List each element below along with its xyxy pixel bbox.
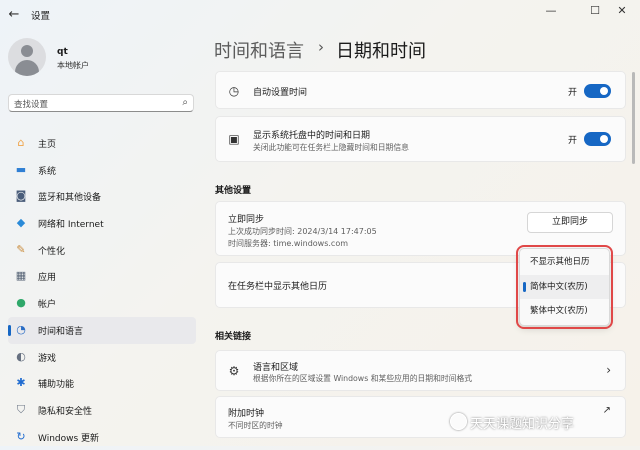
- additional-clocks-title: 附加时钟: [228, 409, 265, 419]
- calendar-dropdown[interactable]: 不显示其他日历 简体中文(农历) 繁体中文(农历): [516, 245, 613, 329]
- monitor-icon: ▬: [15, 162, 27, 176]
- active-indicator: [8, 324, 11, 336]
- search-icon[interactable]: ⌕: [182, 97, 188, 108]
- dropdown-option[interactable]: 繁体中文(农历): [520, 299, 609, 323]
- home-icon: ⌂: [17, 136, 25, 149]
- avatar-body-shape: [15, 60, 39, 76]
- sidebar-item-windows-update[interactable]: ↻ Windows 更新: [8, 424, 196, 450]
- profile-name: qt: [57, 47, 68, 57]
- clock-icon: ◷: [228, 84, 240, 98]
- calendar-clock-icon: ▣: [228, 132, 240, 146]
- time-server: 时间服务器: time.windows.com: [228, 239, 349, 248]
- sidebar-item-label: 应用: [38, 273, 57, 284]
- sidebar-item-label: 系统: [38, 166, 57, 177]
- language-region-title: 语言和区域: [253, 363, 299, 373]
- page-title: 日期和时间: [336, 41, 426, 62]
- game-controller-icon: ◐: [16, 349, 26, 363]
- search-placeholder: 查找设置: [14, 100, 49, 110]
- close-icon[interactable]: ✕: [611, 3, 633, 19]
- avatar[interactable]: [8, 38, 46, 76]
- tray-time-card: ▣ 显示系统托盘中的时间和日期 关闭此功能可在任务栏上隐藏时间和日期信息 开: [215, 116, 626, 162]
- sidebar-item-network[interactable]: ◆ 网络和 Internet: [8, 210, 196, 237]
- sidebar-item-bluetooth[interactable]: ◙ 蓝牙和其他设备: [8, 183, 196, 210]
- auto-time-card: ◷ 自动设置时间 开: [215, 71, 626, 109]
- shield-icon: ⛉: [16, 402, 26, 416]
- other-settings-heading: 其他设置: [215, 186, 252, 196]
- back-arrow-icon[interactable]: ←: [4, 6, 24, 24]
- sidebar-item-label: 蓝牙和其他设备: [38, 193, 102, 204]
- sidebar-item-accounts[interactable]: ● 帐户: [8, 290, 196, 317]
- chevron-right-icon: ›: [606, 363, 611, 377]
- chevron-right-icon: ›: [318, 38, 324, 56]
- sidebar-item-privacy[interactable]: ⛉ 隐私和安全性: [8, 397, 196, 424]
- auto-time-label: 自动设置时间: [253, 88, 308, 98]
- window-title: 设置: [31, 11, 51, 22]
- avatar-head-shape: [21, 45, 33, 57]
- title-bar: ← 设置 — ☐ ✕: [0, 0, 640, 30]
- account-icon: ●: [16, 296, 26, 310]
- sidebar-item-label: 隐私和安全性: [38, 406, 93, 417]
- sync-now-button[interactable]: 立即同步: [527, 212, 613, 233]
- sidebar-item-label: 辅助功能: [38, 380, 75, 391]
- watermark-logo-icon: [450, 413, 467, 430]
- dropdown-option[interactable]: 不显示其他日历: [520, 250, 609, 274]
- sidebar-item-label: 个性化: [38, 246, 66, 257]
- watermark-text: 天天课题知识分享: [470, 417, 575, 432]
- sidebar-item-label: 网络和 Internet: [38, 220, 104, 231]
- language-region-icon: ⚙: [228, 364, 240, 378]
- language-region-link[interactable]: ⚙ 语言和区域 根据你所在的区域设置 Windows 和某些应用的日期和时间格式…: [215, 350, 626, 391]
- breadcrumb-parent[interactable]: 时间和语言: [214, 37, 304, 63]
- sidebar-item-label: 游戏: [38, 353, 57, 364]
- scrollbar[interactable]: [632, 72, 635, 164]
- sidebar-item-label: 帐户: [38, 300, 57, 311]
- additional-clocks-description: 不同时区的时钟: [228, 421, 283, 430]
- related-links-heading: 相关链接: [215, 332, 252, 342]
- minimize-icon[interactable]: —: [540, 3, 562, 19]
- maximize-icon[interactable]: ☐: [584, 3, 606, 19]
- sidebar-nav: ⌂ 主页 ▬ 系统 ◙ 蓝牙和其他设备 ◆ 网络和 Internet ✎ 个性化…: [8, 130, 196, 450]
- sidebar-item-label: 主页: [38, 140, 57, 150]
- sidebar-item-gaming[interactable]: ◐ 游戏: [8, 344, 196, 371]
- sync-title: 立即同步: [228, 215, 265, 225]
- search-input[interactable]: 查找设置 ⌕: [8, 94, 194, 112]
- tray-time-state: 开: [567, 136, 577, 146]
- dropdown-option-selected[interactable]: 简体中文(农历): [520, 275, 609, 299]
- sidebar-item-system[interactable]: ▬ 系统: [8, 157, 196, 184]
- last-sync-time: 上次成功同步时间: 2024/3/14 17:47:05: [228, 227, 377, 236]
- sidebar-item-label: Windows 更新: [38, 433, 100, 444]
- sidebar-item-apps[interactable]: ▦ 应用: [8, 263, 196, 290]
- brush-icon: ✎: [16, 242, 26, 256]
- tray-time-toggle[interactable]: [584, 132, 611, 146]
- language-region-description: 根据你所在的区域设置 Windows 和某些应用的日期和时间格式: [253, 374, 473, 383]
- tray-time-label: 显示系统托盘中的时间和日期: [253, 131, 371, 141]
- globe-clock-icon: ◔: [16, 322, 26, 336]
- accessibility-icon: ✱: [16, 376, 26, 390]
- external-link-icon: ↗: [602, 405, 611, 416]
- apps-icon: ▦: [15, 269, 27, 283]
- windows-update-icon: ↻: [16, 429, 26, 443]
- auto-time-toggle[interactable]: [584, 84, 611, 98]
- calendar-label: 在任务栏中显示其他日历: [228, 282, 328, 292]
- sidebar-item-home[interactable]: ⌂ 主页: [8, 130, 196, 157]
- wifi-icon: ◆: [16, 216, 26, 230]
- sidebar-item-accessibility[interactable]: ✱ 辅助功能: [8, 370, 196, 397]
- profile-account-type: 本地帐户: [57, 61, 89, 70]
- sidebar-item-time-language[interactable]: ◔ 时间和语言: [8, 316, 196, 344]
- sidebar-item-personalization[interactable]: ✎ 个性化: [8, 237, 196, 264]
- auto-time-state: 开: [567, 88, 577, 98]
- tray-time-description: 关闭此功能可在任务栏上隐藏时间和日期信息: [253, 143, 409, 152]
- sidebar-item-label: 时间和语言: [38, 326, 84, 337]
- bluetooth-devices-icon: ◙: [15, 189, 27, 203]
